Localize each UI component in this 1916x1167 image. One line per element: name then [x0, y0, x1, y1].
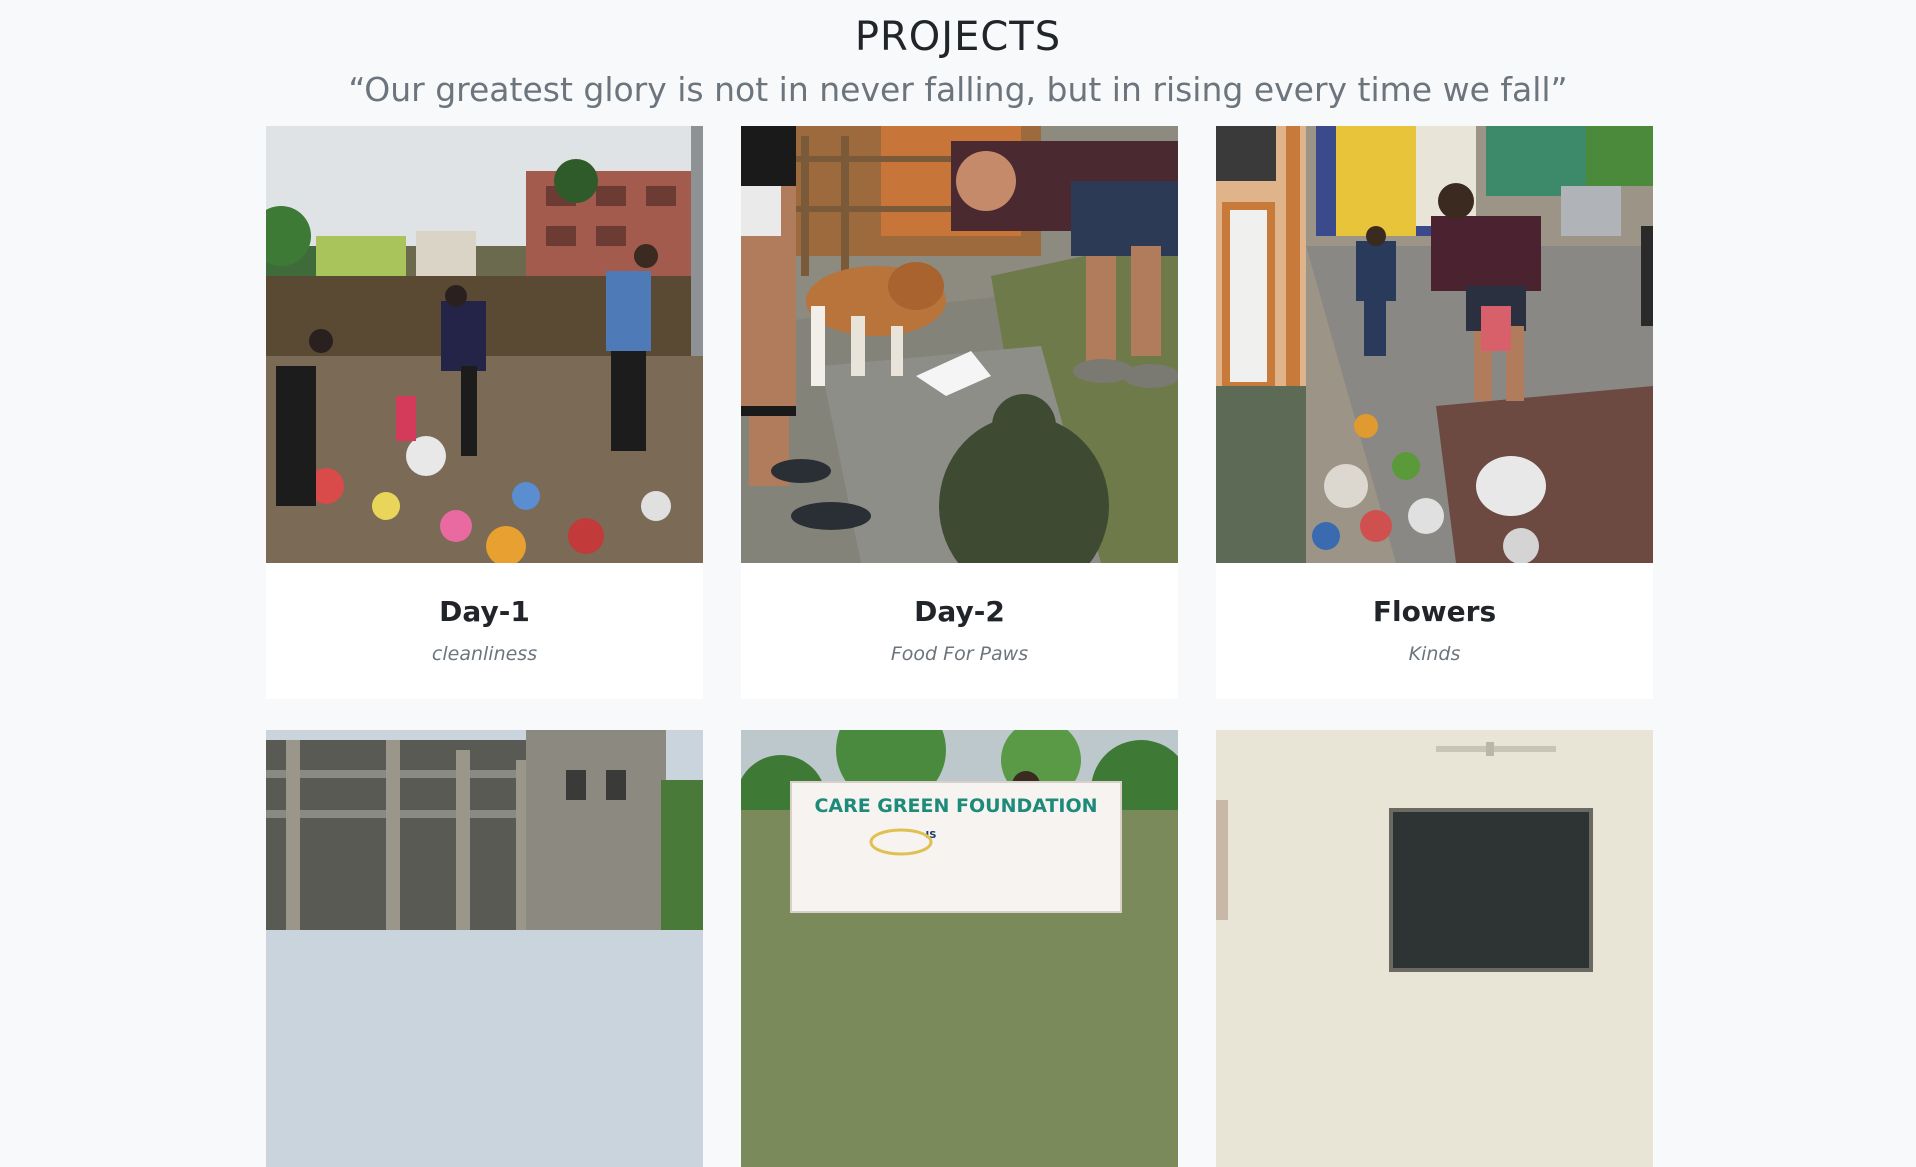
card-subtitle: Food For Paws [890, 643, 1029, 665]
card-caption: Day-1 cleanliness [266, 563, 703, 699]
project-card-5[interactable]: CARE GREEN FOUNDATION IS [741, 730, 1178, 1167]
project-card-flowers[interactable]: Flowers Kinds [1216, 126, 1653, 699]
project-card-6[interactable] [1216, 730, 1653, 1167]
feeding-dog-photo [741, 126, 1178, 563]
section-quote: “Our greatest glory is not in never fall… [348, 70, 1568, 109]
cleanup-garbage-dump-photo [266, 126, 703, 563]
project-card-day-2[interactable]: Day-2 Food For Paws [741, 126, 1178, 699]
project-card-day-1[interactable]: Day-1 cleanliness [266, 126, 703, 699]
unfinished-building-photo [266, 730, 703, 1167]
projects-grid: Day-1 cleanliness Day-2 Food For Paws Fl… [266, 126, 1653, 1167]
card-title: Flowers [1372, 595, 1497, 628]
card-caption: Day-2 Food For Paws [741, 563, 1178, 699]
section-title: PROJECTS [854, 14, 1062, 60]
project-card-4[interactable] [266, 730, 703, 1167]
banner-heading: CARE GREEN FOUNDATION [814, 795, 1097, 817]
roadside-cleanup-photo [1216, 126, 1653, 563]
card-caption: Flowers Kinds [1216, 563, 1653, 699]
banner-photo: CARE GREEN FOUNDATION IS [741, 730, 1178, 1167]
card-subtitle: Kinds [1408, 643, 1461, 665]
card-subtitle: cleanliness [431, 643, 538, 665]
card-title: Day-1 [439, 595, 530, 628]
card-title: Day-2 [914, 595, 1005, 628]
classroom-blackboard-photo [1216, 730, 1653, 1167]
